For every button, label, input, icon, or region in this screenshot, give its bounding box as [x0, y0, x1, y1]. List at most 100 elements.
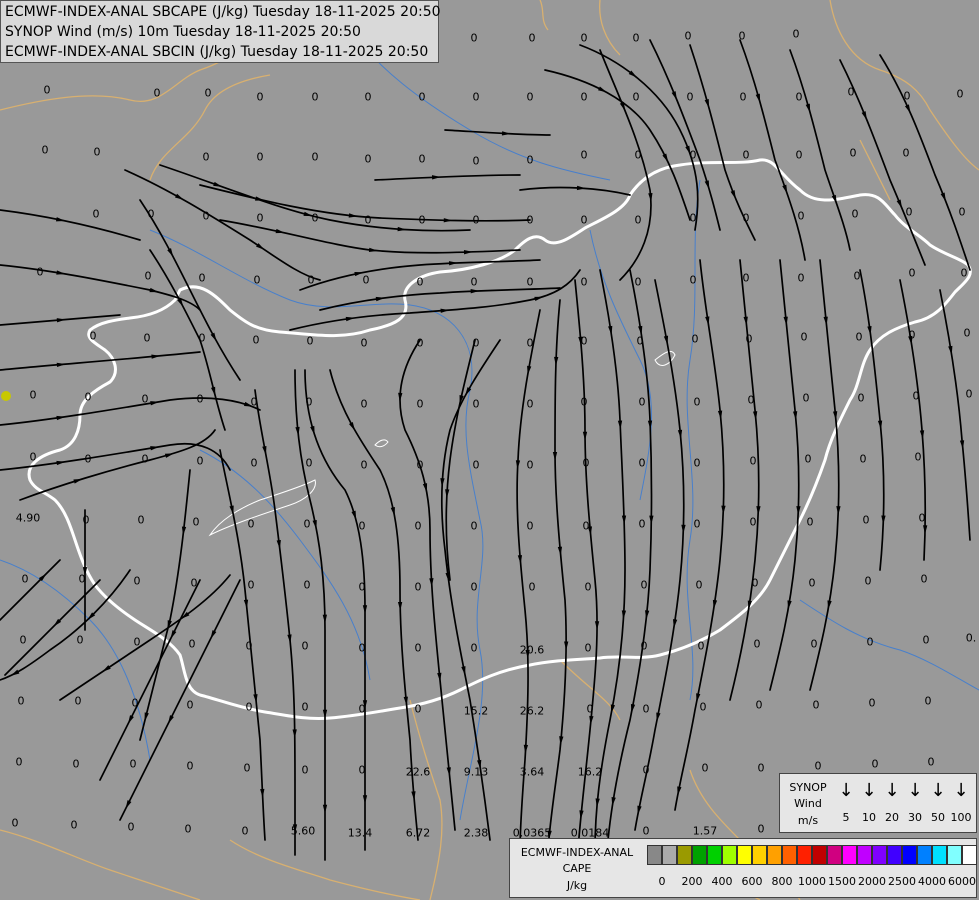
streamline-arrowhead: [262, 445, 267, 456]
streamline-arrowhead: [948, 345, 953, 355]
cape-value-label: 0: [634, 275, 642, 289]
cape-value-label: 0: [905, 205, 913, 219]
cape-value-label: 0: [695, 578, 703, 592]
cape-value-label: 0: [250, 456, 258, 470]
cape-value-label: 0: [311, 90, 319, 104]
streamline-arrowhead: [390, 507, 395, 517]
cape-value-label: 0: [360, 336, 368, 350]
wind-speed-label: 5: [842, 811, 850, 824]
cape-value-label: 0: [416, 336, 424, 350]
cape-value-label: 0: [795, 148, 803, 162]
cape-value-label: 0: [92, 207, 100, 221]
wind-speed-label: 30: [908, 811, 922, 824]
cape-color-swatch: [782, 845, 797, 865]
cape-value-label: 0: [306, 334, 314, 348]
streamline-arrowhead: [422, 483, 428, 493]
streamline-arrowhead: [210, 386, 216, 396]
cape-value-label: 0: [689, 273, 697, 287]
cape-tick-label: 1000: [798, 875, 826, 888]
cape-value-label: 0: [526, 275, 534, 289]
streamline-arrowhead: [348, 421, 356, 431]
cape-value-label: 0: [364, 90, 372, 104]
cape-value-label: 0: [638, 456, 646, 470]
cape-value-label: 0: [305, 456, 313, 470]
cape-value-label: 0: [418, 213, 426, 227]
streamline-arrowhead: [782, 184, 788, 194]
cape-value-label: 0: [757, 761, 765, 775]
cape-value-label: 0: [196, 454, 204, 468]
streamline-arrowhead: [362, 795, 368, 805]
cape-value-label: 0: [311, 211, 319, 225]
cape-value-label: 0: [190, 576, 198, 590]
cape-color-swatch: [932, 845, 947, 865]
cape-value-label: 0: [19, 633, 27, 647]
cape-value-label: 0: [472, 336, 480, 350]
cape-value-label: 22.6: [405, 765, 431, 779]
cape-value-label: 0: [642, 824, 650, 838]
cape-value-label: 0: [196, 392, 204, 406]
cape-value-label: 0: [927, 755, 935, 769]
streamline-arrowhead: [597, 86, 607, 93]
cape-value-label: 0: [470, 31, 478, 45]
streamline-arrowhead: [56, 270, 66, 275]
cape-value-label: 0: [74, 694, 82, 708]
cape-tick-label: 4000: [918, 875, 946, 888]
streamline-arrowhead: [144, 712, 149, 722]
cape-value-label: 0: [252, 333, 260, 347]
wind-arrow-icon: ↓: [930, 780, 946, 801]
cape-value-label: 0: [416, 275, 424, 289]
cape-color-swatch: [812, 845, 827, 865]
cape-value-label: 0: [414, 641, 422, 655]
cape-value-label: 0: [29, 388, 37, 402]
streamline-arrowhead: [552, 451, 558, 461]
streamline-arrowhead: [704, 99, 710, 109]
cape-value-label: 0: [847, 85, 855, 99]
cape-color-swatch: [707, 845, 722, 865]
streamline-arrowhead: [292, 729, 297, 739]
cape-value-label: 0: [360, 397, 368, 411]
cape-value-label: 0: [41, 143, 49, 157]
cape-value-label: 1.57: [692, 824, 718, 838]
cape-value-label: 0: [198, 331, 206, 345]
cape-value-label: 0: [526, 90, 534, 104]
cape-value-label: 0: [472, 90, 480, 104]
cape-value-label: 0: [202, 150, 210, 164]
cape-color-swatch: [827, 845, 842, 865]
cape-tick-label: 1500: [828, 875, 856, 888]
cape-value-label: 0: [751, 576, 759, 590]
cape-value-label: 0: [184, 822, 192, 836]
streamline-arrows: [10, 70, 965, 840]
streamline-arrowhead: [229, 505, 234, 515]
cape-value-label: 0: [747, 393, 755, 407]
streamline-arrowhead: [127, 715, 134, 725]
cape-value-label: 0: [642, 763, 650, 777]
cape-value-label: 0: [632, 31, 640, 45]
cape-value-label: 0: [253, 273, 261, 287]
cape-value-label: 0: [358, 519, 366, 533]
wind-legend-title-1: SYNOP: [789, 781, 827, 794]
weather-map[interactable]: 0 0 0 0 0 0 0 0 0 0 0 0 0 0 0 0 0 0 0 0 0 0 0 0 0 0 0 0 0 0 0 0 0 0 0 0 0 0 0 0…: [0, 0, 979, 900]
cape-value-label: 0: [256, 150, 264, 164]
cape-value-label: 0: [416, 397, 424, 411]
cape-value-label: 0: [580, 31, 588, 45]
cape-value-label: 0: [470, 519, 478, 533]
cape-value-label: 0: [526, 397, 534, 411]
streamline-arrowhead: [255, 196, 265, 201]
cape-value-label: 0: [902, 146, 910, 160]
cape-tick-label: 800: [771, 875, 793, 888]
cape-value-label: 0: [301, 700, 309, 714]
streamline-arrowhead: [164, 453, 175, 458]
cape-color-swatch: [662, 845, 677, 865]
cape-value-label: 0: [414, 580, 422, 594]
cape-value-label: 0: [693, 517, 701, 531]
cape-value-label: 0: [362, 273, 370, 287]
cape-value-label: 0: [528, 31, 536, 45]
streamline-arrowhead: [923, 525, 928, 535]
streamline-arrowhead: [704, 180, 710, 190]
streamline-arrowhead: [827, 600, 832, 610]
cape-value-label: 0: [689, 211, 697, 225]
cape-value-label: 0: [862, 513, 870, 527]
cape-value-label: 0: [812, 698, 820, 712]
cape-value-label: 0: [924, 694, 932, 708]
cape-value-label: 0: [303, 517, 311, 531]
